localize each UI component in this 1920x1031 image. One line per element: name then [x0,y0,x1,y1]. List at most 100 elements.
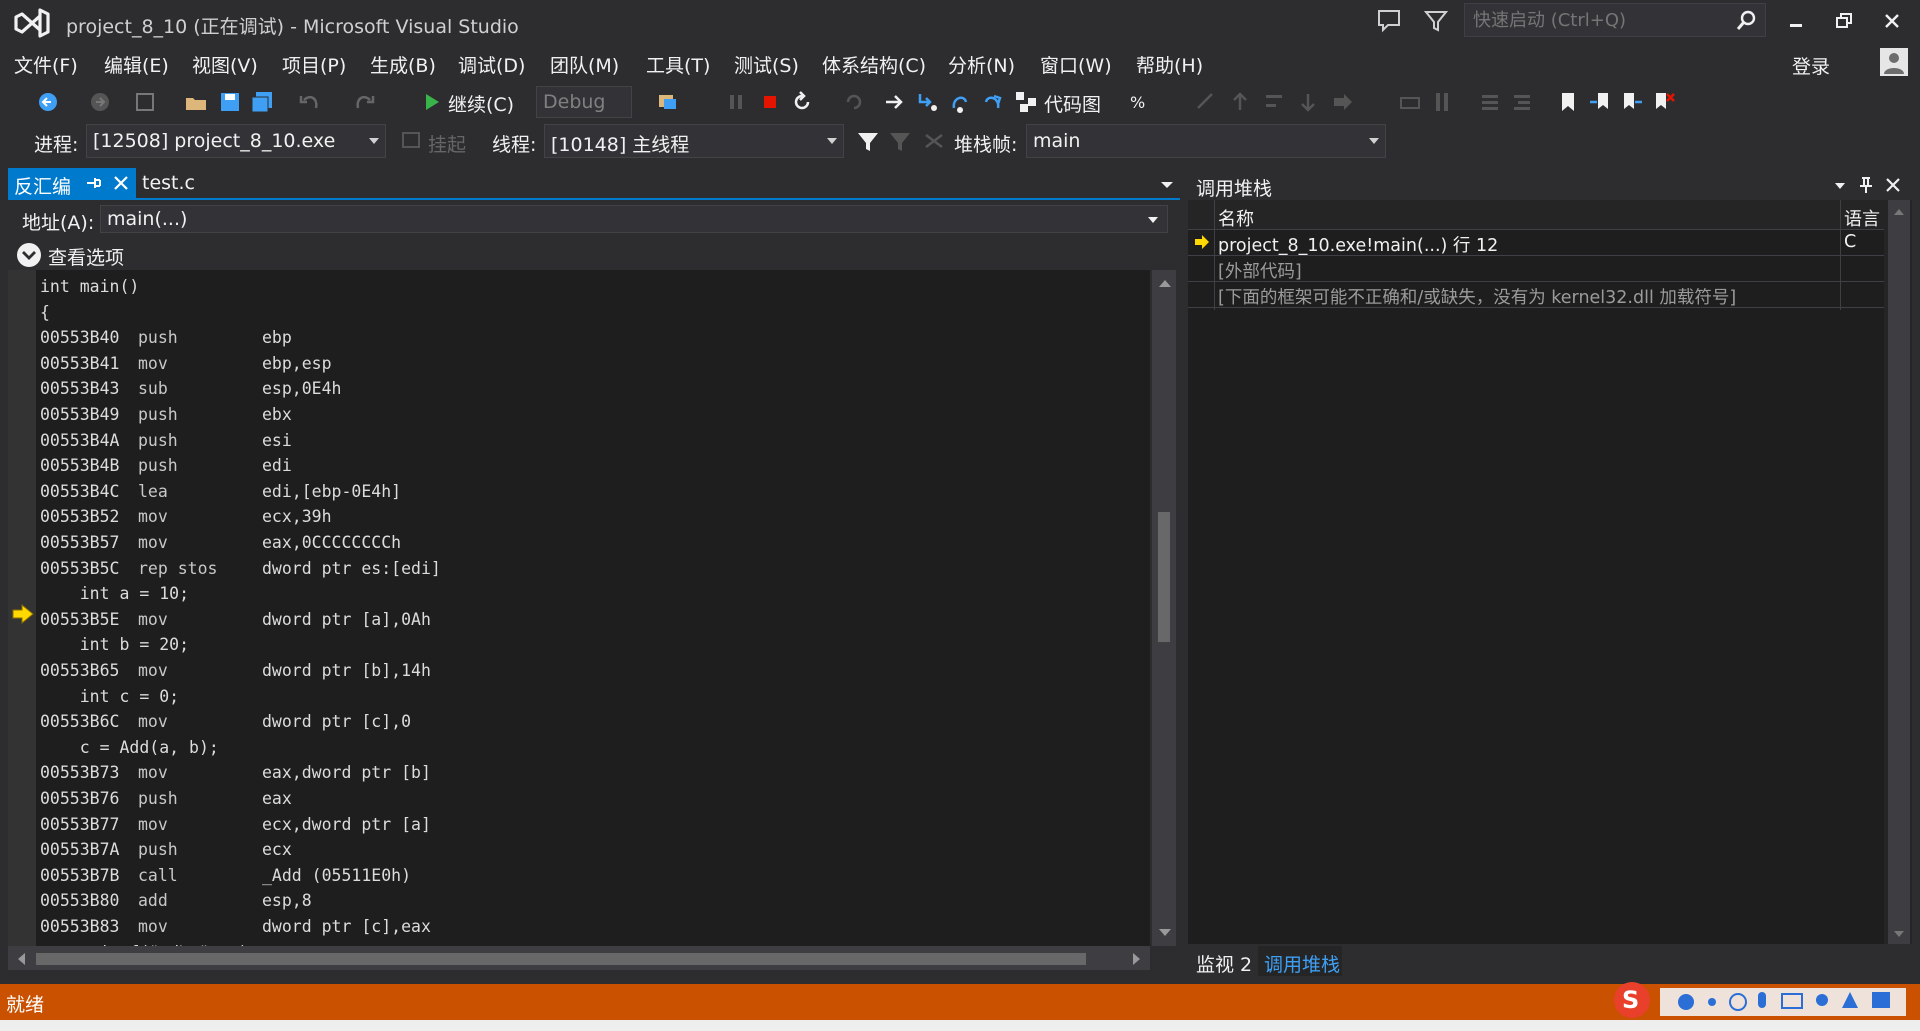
scroll-down-arrow-icon[interactable] [1893,930,1905,938]
minimize-button[interactable] [1776,6,1816,36]
show-flagged-threads-icon[interactable] [922,129,946,153]
disassembly-line[interactable]: 00553B41 mov ebp,esp [40,351,332,376]
unindent-icon[interactable] [1510,90,1534,114]
disassembly-line[interactable]: int main() [40,274,139,299]
undo-icon[interactable] [298,90,322,114]
code-map-button[interactable]: 代码图 [1044,90,1101,117]
disassembly-line[interactable]: 00553B5C rep stos dword ptr es:[edi] [40,556,441,581]
disassembly-line[interactable]: 00553B80 add esp,8 [40,888,312,913]
save-all-icon[interactable] [250,90,274,114]
save-icon[interactable] [218,90,242,114]
disassembly-line[interactable]: int a = 10; [40,581,189,606]
clear-bookmarks-icon[interactable] [1652,90,1676,114]
disassembly-line[interactable]: int c = 0; [40,684,179,709]
scroll-up-arrow-icon[interactable] [1893,208,1905,216]
disassembly-line[interactable]: 00553B4B push edi [40,453,292,478]
thread-dropdown[interactable]: [10148] 主线程 [544,124,844,158]
scroll-left-arrow-icon[interactable] [16,952,26,966]
menu-tools[interactable]: 工具(T) [646,51,710,78]
toggle-flag-icon[interactable] [888,129,912,153]
disassembly-line[interactable]: 00553B49 push ebx [40,402,292,427]
disassembly-line[interactable]: 00553B77 mov ecx,dword ptr [a] [40,812,431,837]
quick-launch-box[interactable] [1464,3,1766,37]
menu-build[interactable]: 生成(B) [370,51,436,78]
disassembly-line[interactable]: 00553B40 push ebp [40,325,292,350]
call-stack-scrollbar[interactable] [1888,200,1910,944]
disassembly-line[interactable]: 00553B4C lea edi,[ebp-0E4h] [40,479,401,504]
stack-frame-dropdown[interactable]: main [1026,124,1386,158]
disassembly-line[interactable]: 00553B65 mov dword ptr [b],14h [40,658,431,683]
menu-debug[interactable]: 调试(D) [458,51,525,78]
disassembly-line[interactable]: c = Add(a, b); [40,735,219,760]
continue-button[interactable]: 继续(C) [448,90,514,117]
expand-chevron-icon[interactable] [16,242,42,268]
suspend-icon[interactable] [400,129,424,153]
disassembly-line[interactable]: 00553B83 mov dword ptr [c],eax [40,914,431,939]
step-into-icon[interactable] [914,90,938,114]
bookmark-icon[interactable] [1556,90,1580,114]
stop-debugging-icon[interactable] [758,90,782,114]
open-file-icon[interactable] [184,90,208,114]
disassembly-line[interactable]: 00553B43 sub esp,0E4h [40,376,341,401]
column-header-name[interactable]: 名称 [1218,205,1254,231]
disassembly-line[interactable]: 00553B73 mov eax,dword ptr [b] [40,760,431,785]
indent-icon[interactable] [1478,90,1502,114]
menu-architecture[interactable]: 体系结构(C) [822,51,926,78]
search-icon[interactable] [1735,10,1757,32]
menu-test[interactable]: 测试(S) [734,51,799,78]
panel-close-icon[interactable] [1884,176,1902,194]
step-over-icon[interactable] [948,90,972,114]
code-map-icon[interactable] [1014,90,1038,114]
menu-window[interactable]: 窗口(W) [1040,51,1112,78]
menu-help[interactable]: 帮助(H) [1136,51,1203,78]
horizontal-scroll-thumb[interactable] [36,953,1086,965]
notifications-filter-icon[interactable] [1424,8,1448,34]
disassembly-line[interactable]: 00553B6C mov dword ptr [c],0 [40,709,411,734]
disassembly-line[interactable]: 00553B76 push eax [40,786,292,811]
scroll-up-arrow-icon[interactable] [1158,278,1172,288]
tab-overflow-chevron-icon[interactable] [1160,180,1174,190]
panel-pin-icon[interactable] [1858,176,1874,194]
disassembly-editor[interactable]: int main() {00553B40 push ebp 00553B41 mov ebp… [8,270,1150,946]
navigate-forward-icon[interactable] [88,90,112,114]
menu-view[interactable]: 视图(V) [192,51,258,78]
scroll-down-arrow-icon[interactable] [1158,928,1172,938]
break-all-icon[interactable] [724,90,748,114]
outdent-icon[interactable] [1262,90,1286,114]
process-icon[interactable] [656,90,680,114]
move-up-icon[interactable] [1228,90,1252,114]
menu-team[interactable]: 团队(M) [550,51,619,78]
process-dropdown[interactable]: [12508] project_8_10.exe [86,124,386,158]
new-project-icon[interactable] [134,90,158,114]
disassembly-line[interactable]: 00553B7B call _Add (05511E0h) [40,863,411,888]
quick-launch-input[interactable] [1465,4,1731,37]
continue-icon[interactable] [420,90,444,114]
scroll-right-arrow-icon[interactable] [1132,952,1142,966]
feedback-icon[interactable] [1376,8,1402,34]
tab-watch-2[interactable]: 监视 2 [1196,950,1252,977]
restore-button[interactable] [1824,6,1864,36]
ime-toolbar[interactable]: S [1610,978,1916,1022]
pin-icon[interactable] [84,174,102,192]
menu-analyze[interactable]: 分析(N) [948,51,1015,78]
tab-test-c[interactable]: test.c [142,172,195,194]
disassembly-line[interactable]: int b = 20; [40,632,189,657]
toggle-comment-icon[interactable] [1194,90,1218,114]
apply-code-changes-icon[interactable] [842,90,866,114]
flag-filter-icon[interactable] [856,129,880,153]
sign-in-link[interactable]: 登录 [1792,52,1830,79]
call-stack-row[interactable]: project_8_10.exe!main(...) 行 12 C [1188,230,1884,256]
disassembly-line[interactable]: 00553B7A push ecx [40,837,292,862]
call-stack-row[interactable]: [外部代码] [1188,256,1884,282]
disassembly-line[interactable]: 00553B4A push esi [40,428,292,453]
redo-icon[interactable] [352,90,376,114]
move-down-icon[interactable] [1296,90,1320,114]
user-avatar-icon[interactable] [1880,48,1908,76]
disassembly-line[interactable]: 00553B52 mov ecx,39h [40,504,332,529]
navigate-back-icon[interactable] [36,90,60,114]
disassembly-line[interactable]: { [40,300,50,325]
hex-display-icon[interactable]: % [1128,90,1152,114]
next-location-icon[interactable] [1330,90,1354,114]
close-tab-icon[interactable] [112,174,130,192]
vertical-scroll-thumb[interactable] [1158,512,1170,642]
